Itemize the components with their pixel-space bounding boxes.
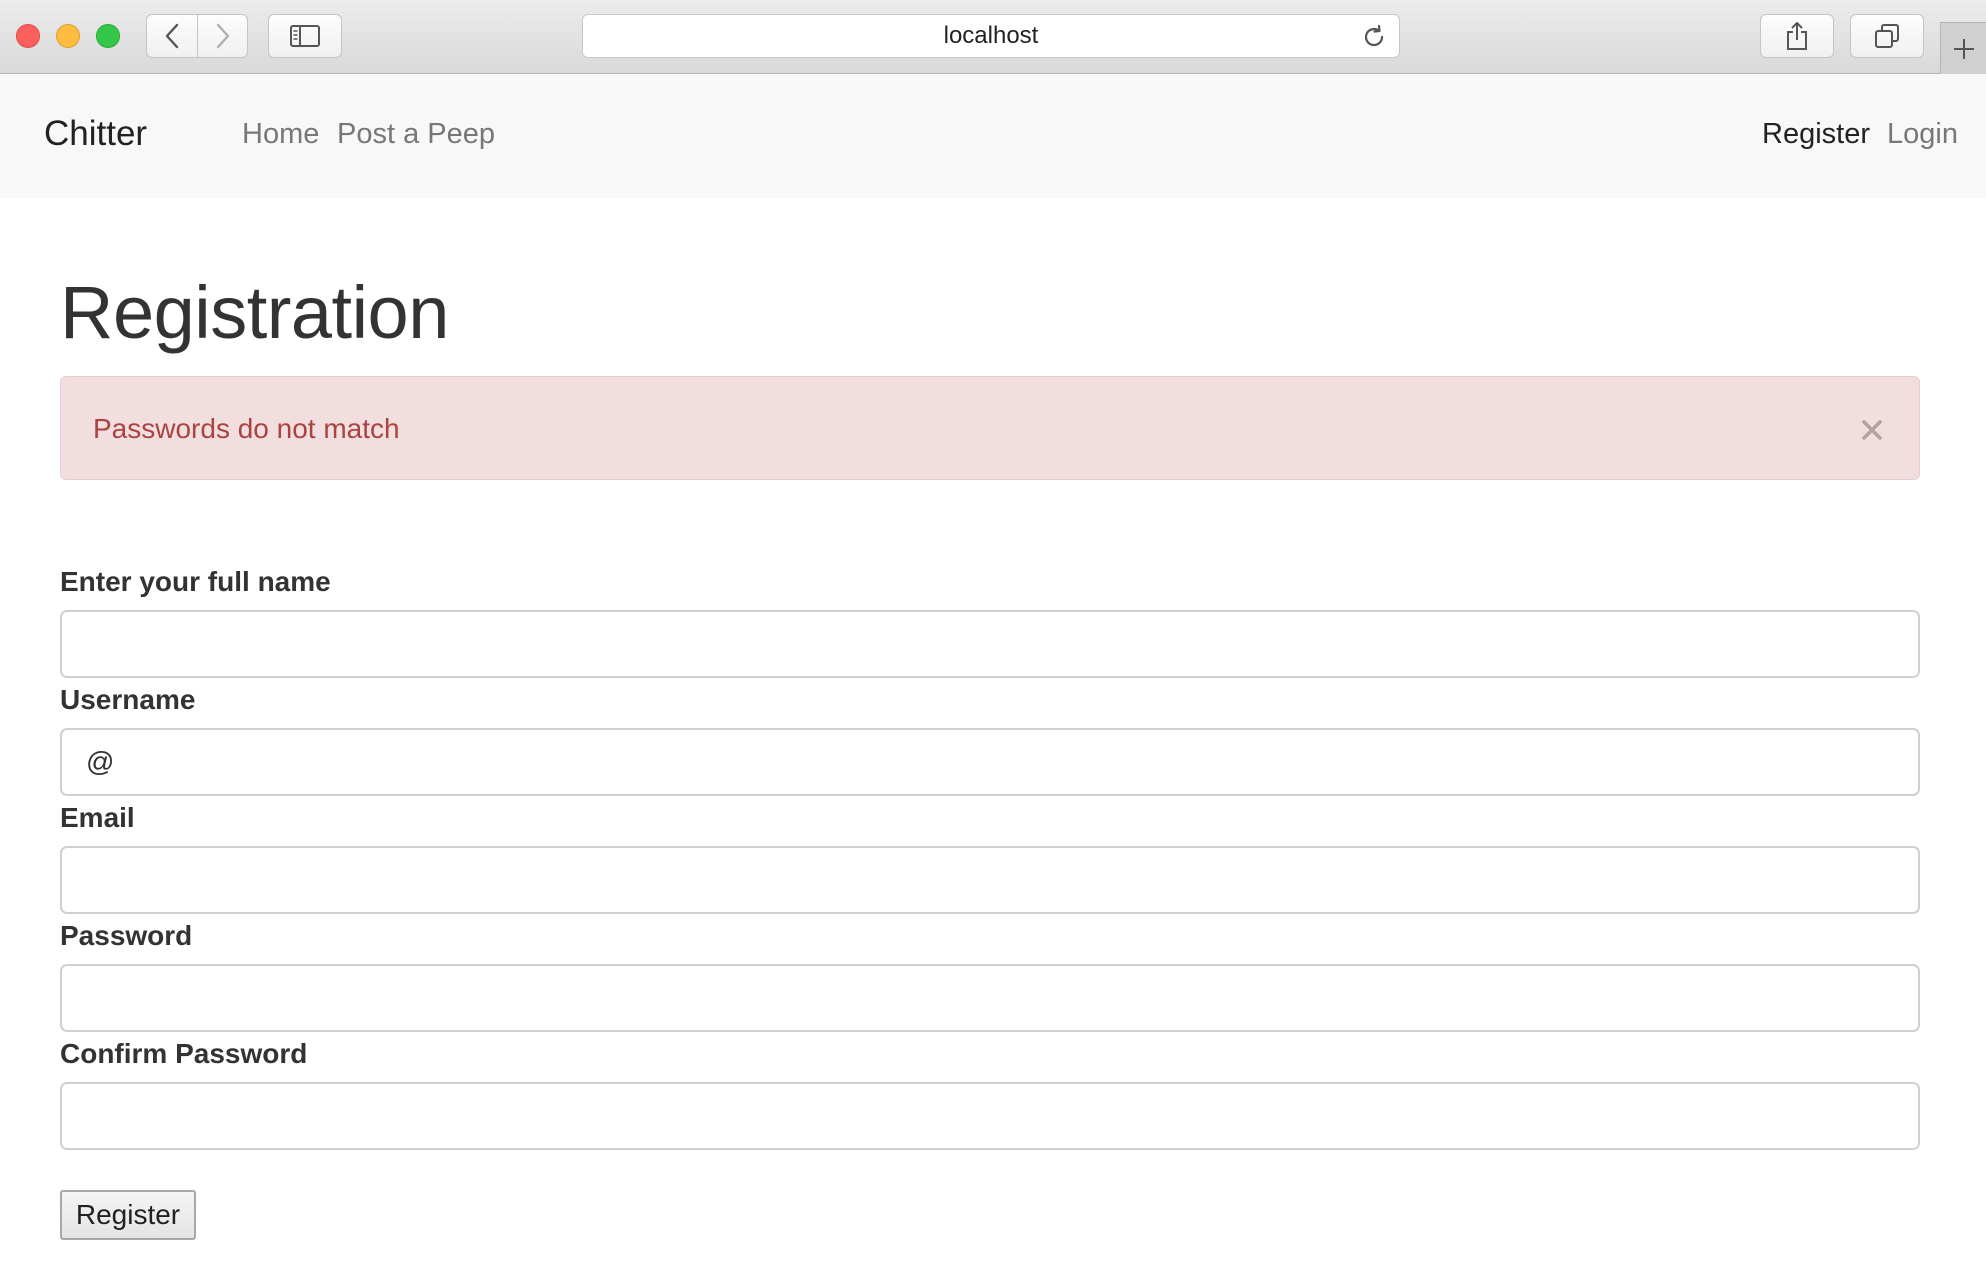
nav-link-login[interactable]: Login [1887, 118, 1958, 151]
close-icon[interactable] [1855, 413, 1889, 447]
password-input[interactable] [60, 964, 1920, 1032]
nav-link-post-a-peep[interactable]: Post a Peep [337, 118, 495, 151]
sidebar-icon [290, 25, 320, 47]
minimize-window-button[interactable] [56, 24, 80, 48]
reload-icon[interactable] [1361, 24, 1387, 57]
full-name-label: Enter your full name [60, 566, 331, 597]
new-tab-button[interactable] [1940, 22, 1986, 74]
confirm-password-input[interactable] [60, 1082, 1920, 1150]
history-nav-group [146, 14, 248, 58]
password-label: Password [60, 920, 193, 951]
back-button[interactable] [147, 15, 197, 57]
register-button[interactable]: Register [60, 1190, 196, 1240]
show-tabs-button[interactable] [1850, 14, 1924, 58]
address-bar-url: localhost [943, 22, 1039, 49]
tabs-overview-icon [1875, 24, 1899, 48]
full-name-input[interactable] [60, 610, 1920, 678]
plus-icon [1953, 38, 1974, 59]
error-alert: Passwords do not match [60, 376, 1920, 480]
email-input[interactable] [60, 846, 1920, 914]
browser-toolbar: localhost [0, 0, 1986, 74]
alert-message: Passwords do not match [93, 413, 400, 444]
address-bar[interactable]: localhost [582, 14, 1400, 58]
site-navbar: Chitter Home Post a Peep Register Login [0, 74, 1986, 198]
nav-link-register[interactable]: Register [1762, 118, 1870, 151]
nav-link-home[interactable]: Home [242, 118, 319, 151]
chevron-left-icon [165, 23, 179, 49]
sidebar-toggle-button[interactable] [268, 14, 342, 58]
username-label: Username [60, 684, 196, 715]
forward-button[interactable] [197, 15, 247, 57]
username-input[interactable] [60, 728, 1920, 796]
page-title: Registration [60, 271, 449, 354]
confirm-password-label: Confirm Password [60, 1038, 308, 1069]
brand-link[interactable]: Chitter [44, 114, 147, 154]
close-window-button[interactable] [16, 24, 40, 48]
zoom-window-button[interactable] [96, 24, 120, 48]
share-icon [1787, 22, 1807, 50]
email-label: Email [60, 802, 135, 833]
chevron-right-icon [216, 23, 229, 49]
share-button[interactable] [1760, 14, 1834, 58]
